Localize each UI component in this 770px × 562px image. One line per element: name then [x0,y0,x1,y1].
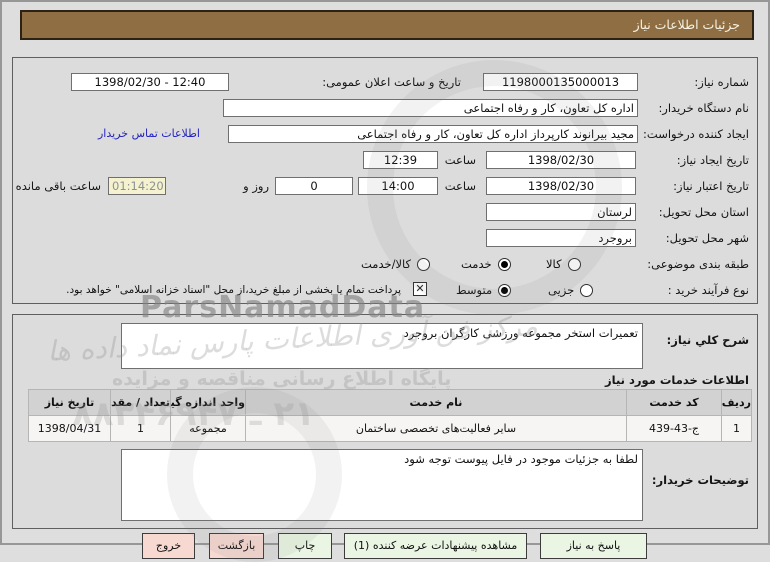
time-remaining-field: 01:14:20 [108,177,166,195]
announce-label: تاریخ و ساعت اعلان عمومی: [322,75,461,89]
radio-goods-service-icon[interactable] [417,257,431,271]
back-button[interactable]: بازگشت [209,533,264,559]
days-remaining-field[interactable]: 0 [275,177,353,195]
view-offers-button[interactable]: مشاهده پیشنهادات عرضه کننده (1) [344,533,527,559]
services-column-header: تعداد / مقدار [110,389,171,416]
table-row: 1 ج-43-439 سایر فعالیت‌های تخصصی ساختمان مج… [28,415,752,442]
table-cell: 1 [110,415,171,442]
radio-goods-icon[interactable] [567,257,581,271]
city-label: شهر محل تحویل: [665,231,749,245]
need-description-panel: شرح کلي نیاز: تعمیرات استخر مجموعه ورزشی… [12,314,758,529]
treasury-checkbox-icon[interactable] [413,282,427,296]
table-cell: 1398/04/31 [28,415,111,442]
category-option-goods-service[interactable]: کالا/خدمت [361,255,431,273]
general-description-label: شرح کلي نیاز: [666,333,749,347]
create-date-field[interactable]: 1398/02/30 [486,151,636,169]
services-table: ردیفکد خدمتنام خدمتواحد اندازه گیریتعداد… [28,389,752,442]
need-number-label: شماره نیاز: [694,75,749,89]
need-info-panel: شماره نیاز: 1198000135000013 تاریخ و ساع… [12,57,758,304]
category-option-goods[interactable]: کالا [546,255,581,273]
services-section-title: اطلاعات خدمات مورد نیاز [605,373,749,387]
buyer-org-label: نام دستگاه خریدار: [658,101,749,115]
province-label: استان محل تحویل: [658,205,749,219]
services-column-header: نام خدمت [245,389,627,416]
services-column-header: کد خدمت [626,389,722,416]
table-cell: مجموعه [170,415,246,442]
services-table-body: 1 ج-43-439 سایر فعالیت‌های تخصصی ساختمان مج… [28,415,752,442]
table-cell: 1 [721,415,752,442]
create-time-field[interactable]: 12:39 [363,151,438,169]
services-column-header: تاریخ نیاز [28,389,111,416]
radio-service-icon[interactable] [497,257,511,271]
need-details-page: { "colors": { "header_bg": "#8e6e42", "h… [0,0,770,562]
province-field[interactable]: لرستان [486,203,636,221]
create-date-label: تاریخ ایجاد نیاز: [676,153,749,167]
buyer-notes-label: توضیحات خریدار: [651,473,749,487]
table-cell: ج-43-439 [626,415,722,442]
exit-button[interactable]: خروج [142,533,195,559]
announce-datetime-field[interactable]: 1398/02/30 - 12:40 [71,73,229,91]
services-table-header: ردیفکد خدمتنام خدمتواحد اندازه گیریتعداد… [28,389,752,416]
buyer-org-field[interactable]: اداره کل تعاون، کار و رفاه اجتماعی [223,99,638,117]
table-cell: سایر فعالیت‌های تخصصی ساختمان [245,415,627,442]
process-option-minor[interactable]: جزیی [548,281,594,299]
buyer-contact-link[interactable]: اطلاعات تماس خریدار [98,125,200,143]
treasury-note: پرداخت تمام یا بخشی از مبلغ خرید،از محل … [66,284,401,296]
process-option-medium[interactable]: متوسط [456,281,512,299]
page-title: جزئیات اطلاعات نیاز [20,10,754,40]
expire-date-field[interactable]: 1398/02/30 [486,177,636,195]
expire-time-field[interactable]: 14:00 [358,177,438,195]
requester-label: ایجاد کننده درخواست: [643,127,749,141]
print-button[interactable]: چاپ [278,533,332,559]
create-hour-label: ساعت [444,153,476,167]
general-description-field[interactable]: تعمیرات استخر مجموعه ورزشی کارگران بروجر… [121,323,643,369]
requester-field[interactable]: مجید بیرانوند کارپرداز اداره کل تعاون، ک… [228,125,638,143]
process-label: نوع فرآیند خرید : [667,283,749,297]
category-option-service[interactable]: خدمت [461,255,511,273]
services-column-header: ردیف [721,389,752,416]
need-number-field[interactable]: 1198000135000013 [483,73,638,91]
days-label: روز و [243,179,269,193]
radio-minor-icon[interactable] [580,283,594,297]
radio-medium-icon[interactable] [498,283,512,297]
services-column-header: واحد اندازه گیری [170,389,246,416]
expire-date-label: تاریخ اعتبار نیاز: [673,179,749,193]
category-label: طبقه بندی موضوعی: [647,257,749,271]
city-field[interactable]: بروجرد [486,229,636,247]
remaining-label: ساعت باقی مانده [15,179,101,193]
buyer-notes-field[interactable]: لطفا به جزئیات موجود در فایل پیوست توجه … [121,449,643,521]
respond-to-need-button[interactable]: پاسخ به نیاز [540,533,647,559]
expire-hour-label: ساعت [444,179,476,193]
